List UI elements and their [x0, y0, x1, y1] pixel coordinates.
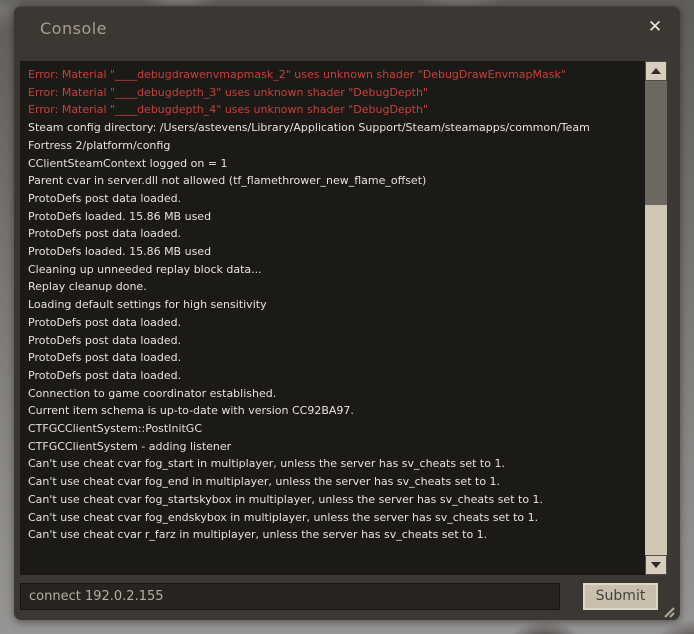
console-line: ProtoDefs post data loaded. — [28, 349, 645, 367]
scrollbar-thumb[interactable] — [645, 205, 667, 555]
console-line: CTFGCClientSystem::PostInitGC — [28, 420, 645, 438]
window-title: Console — [40, 19, 107, 38]
titlebar[interactable]: Console ✕ — [14, 6, 680, 54]
console-line: ProtoDefs post data loaded. — [28, 190, 645, 208]
console-line: Loading default settings for high sensit… — [28, 296, 645, 314]
submit-button[interactable]: Submit — [583, 583, 658, 610]
command-input[interactable] — [20, 583, 560, 610]
console-line: CClientSteamContext logged on = 1 — [28, 155, 645, 173]
console-line: ProtoDefs loaded. 15.86 MB used — [28, 243, 645, 261]
command-row: Submit — [20, 583, 674, 610]
scroll-up-button[interactable] — [645, 61, 667, 81]
scrollbar-track[interactable] — [645, 81, 667, 555]
console-line: Can't use cheat cvar fog_end in multipla… — [28, 473, 645, 491]
console-line: Connection to game coordinator establish… — [28, 385, 645, 403]
console-line: Current item schema is up-to-date with v… — [28, 402, 645, 420]
scrollbar[interactable] — [645, 61, 667, 575]
console-line: ProtoDefs loaded. 15.86 MB used — [28, 208, 645, 226]
console-line: ProtoDefs post data loaded. — [28, 367, 645, 385]
console-line: Can't use cheat cvar fog_start in multip… — [28, 455, 645, 473]
console-line: Fortress 2/platform/config — [28, 137, 645, 155]
console-line: ProtoDefs post data loaded. — [28, 225, 645, 243]
console-line: ProtoDefs post data loaded. — [28, 314, 645, 332]
console-log-lines[interactable]: Error: Material "____debugdrawenvmapmask… — [20, 61, 645, 575]
console-log-area: Error: Material "____debugdrawenvmapmask… — [20, 61, 667, 575]
console-line-error: Error: Material "____debugdrawenvmapmask… — [28, 66, 645, 84]
scroll-down-button[interactable] — [645, 555, 667, 575]
console-line: CTFGCClientSystem - adding listener — [28, 438, 645, 456]
console-line-error: Error: Material "____debugdepth_3" uses … — [28, 84, 645, 102]
close-icon[interactable]: ✕ — [642, 14, 668, 40]
console-line: Parent cvar in server.dll not allowed (t… — [28, 172, 645, 190]
console-window: Console ✕ Error: Material "____debugdraw… — [14, 6, 680, 620]
console-line: Replay cleanup done. — [28, 278, 645, 296]
console-line: ProtoDefs post data loaded. — [28, 332, 645, 350]
console-line: Steam config directory: /Users/astevens/… — [28, 119, 645, 137]
resize-grip-icon[interactable] — [661, 603, 675, 617]
console-line: Cleaning up unneeded replay block data..… — [28, 261, 645, 279]
arrow-down-icon — [651, 562, 661, 568]
console-line: Can't use cheat cvar fog_startskybox in … — [28, 491, 645, 509]
console-line-error: Error: Material "____debugdepth_4" uses … — [28, 101, 645, 119]
console-line: Can't use cheat cvar fog_endskybox in mu… — [28, 509, 645, 527]
arrow-up-icon — [651, 68, 661, 74]
console-line: Can't use cheat cvar r_farz in multiplay… — [28, 526, 645, 544]
